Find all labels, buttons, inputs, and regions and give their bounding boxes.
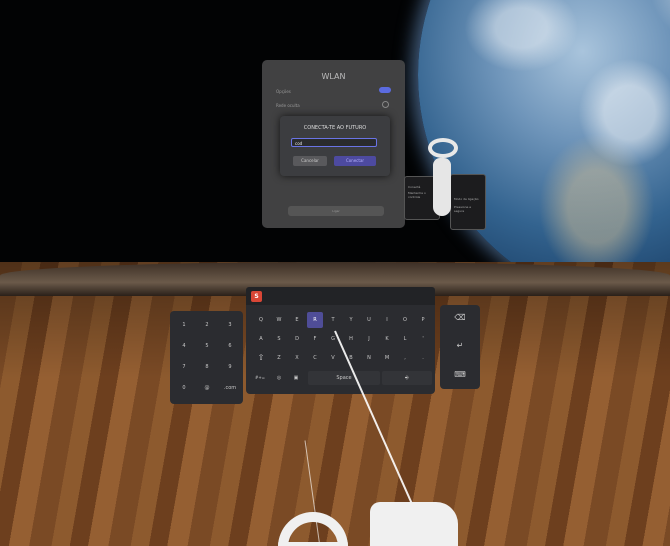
enter-icon[interactable]: ↵ — [452, 338, 468, 354]
key-v[interactable]: V — [325, 350, 341, 366]
key-1[interactable]: 1 — [176, 317, 192, 333]
key-c[interactable]: C — [307, 350, 323, 366]
key-z[interactable]: Z — [271, 350, 287, 366]
controller-card-left-title: Conectá — [408, 185, 421, 189]
key-at[interactable]: @ — [199, 380, 215, 396]
wlan-row-options[interactable]: Opções — [276, 89, 291, 94]
wlan-toggle[interactable] — [379, 87, 391, 93]
key-l[interactable]: L — [397, 331, 413, 347]
key-a[interactable]: A — [253, 331, 269, 347]
symbols-key[interactable]: #+= — [250, 371, 270, 385]
wlan-row-hidden-network[interactable]: Rede oculta — [276, 103, 300, 108]
controller-handle — [433, 158, 451, 216]
key-7[interactable]: 7 — [176, 359, 192, 375]
key-k[interactable]: K — [379, 331, 395, 347]
key-0[interactable]: 0 — [176, 380, 192, 396]
vr-controller — [428, 138, 458, 218]
hide-keyboard-icon[interactable]: ⌨ — [452, 367, 468, 383]
key-9[interactable]: 9 — [222, 359, 238, 375]
wlan-connect-button[interactable]: Ligar — [288, 206, 384, 216]
controller-ring — [428, 138, 458, 158]
key-o[interactable]: O — [397, 312, 413, 328]
key-w[interactable]: W — [271, 312, 287, 328]
keyboard-action-panel: ⌫ ↵ ⌨ — [440, 305, 480, 389]
hidden-network-radio[interactable] — [382, 101, 389, 108]
key-q[interactable]: Q — [253, 312, 269, 328]
key-4[interactable]: 4 — [176, 338, 192, 354]
connect-button[interactable]: Conectar — [334, 156, 376, 166]
key-6[interactable]: 6 — [222, 338, 238, 354]
dialog-title: CONECTA-TE AO FUTURO — [303, 125, 367, 131]
key-2[interactable]: 2 — [199, 317, 215, 333]
keyboard-top-bar: S — [246, 287, 435, 307]
key-j[interactable]: J — [361, 331, 377, 347]
key-period[interactable]: . — [415, 350, 431, 366]
virtual-keyboard: Q W E R T Y U I O P A S D F G H J K L ' … — [246, 305, 435, 394]
key-i[interactable]: I — [379, 312, 395, 328]
key-y[interactable]: Y — [343, 312, 359, 328]
key-m[interactable]: M — [379, 350, 395, 366]
wlan-title: WLAN — [321, 72, 346, 81]
key-comma[interactable]: , — [397, 350, 413, 366]
space-bar[interactable]: Space — [308, 371, 380, 385]
vr-scene: WLAN Opções Rede oculta Ligar CONECTA-TE… — [0, 0, 670, 546]
password-input[interactable]: cod — [291, 138, 377, 147]
key-e[interactable]: E — [289, 312, 305, 328]
globe-icon[interactable]: ◎ — [271, 371, 287, 385]
key-s[interactable]: S — [271, 331, 287, 347]
backspace-icon[interactable]: ⌫ — [452, 310, 468, 326]
key-apostrophe[interactable]: ' — [415, 331, 431, 347]
key-r[interactable]: R — [307, 312, 323, 328]
numpad-panel: 1 2 3 4 5 6 7 8 9 0 @ .com — [170, 311, 243, 404]
key-3[interactable]: 3 — [222, 317, 238, 333]
key-x[interactable]: X — [289, 350, 305, 366]
microphone-icon[interactable]: ⎆ — [382, 371, 432, 385]
shift-key[interactable]: ⇧ — [253, 350, 269, 366]
key-t[interactable]: T — [325, 312, 341, 328]
keyboard-app-logo: S — [251, 291, 262, 302]
key-u[interactable]: U — [361, 312, 377, 328]
controller-card-right-sub: Pressione e segure — [454, 205, 472, 213]
key-5[interactable]: 5 — [199, 338, 215, 354]
wifi-password-dialog: CONECTA-TE AO FUTURO cod Cancelar Conect… — [280, 116, 390, 176]
key-p[interactable]: P — [415, 312, 431, 328]
cancel-button[interactable]: Cancelar — [293, 156, 327, 166]
key-n[interactable]: N — [361, 350, 377, 366]
key-8[interactable]: 8 — [199, 359, 215, 375]
key-dotcom[interactable]: .com — [220, 380, 240, 396]
key-d[interactable]: D — [289, 331, 305, 347]
emoji-icon[interactable]: ▣ — [288, 371, 304, 385]
right-controller-shape — [370, 502, 458, 546]
key-f[interactable]: F — [307, 331, 323, 347]
key-h[interactable]: H — [343, 331, 359, 347]
